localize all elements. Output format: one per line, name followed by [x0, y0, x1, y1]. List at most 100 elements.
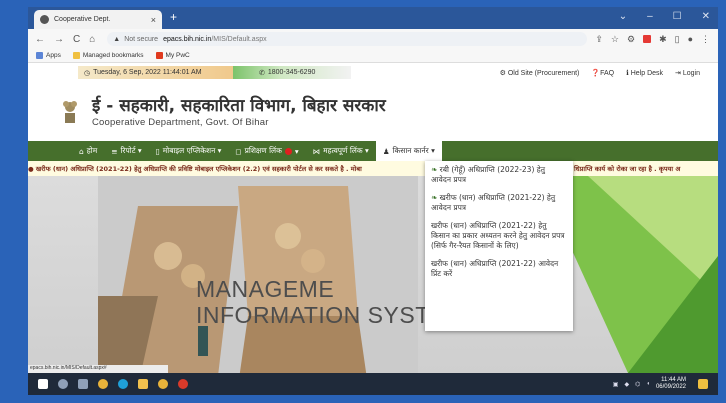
- help-desk-link[interactable]: ℹ Help Desk: [626, 69, 663, 77]
- share-icon[interactable]: ⇪: [595, 34, 603, 45]
- desktop-edge-right: [718, 0, 726, 403]
- menu-reports[interactable]: ≡ रिपोर्ट ▾: [104, 141, 148, 161]
- window-controls: ⌄ – ☐ ✕: [619, 11, 710, 22]
- dropdown-item-print-application[interactable]: खरीफ (धान) अधिप्राप्ति (2021-22) आवेदन प…: [425, 255, 573, 283]
- clock-time: 11:44 AM: [661, 377, 686, 383]
- app-icon[interactable]: [178, 379, 188, 389]
- old-site-link[interactable]: ⚙ Old Site (Procurement): [500, 69, 580, 77]
- chat-icon: ◻: [235, 146, 242, 156]
- profile-icon[interactable]: ●: [688, 34, 693, 44]
- pwc-icon: [155, 52, 163, 59]
- tray-icon[interactable]: ▣: [613, 381, 619, 388]
- menu-important-links[interactable]: ⋈ महत्वपूर्ण लिंक ▾: [306, 141, 376, 161]
- kisan-corner-dropdown: ❧ रबी (गेहूँ) अधिप्राप्ति (2022-23) हेतु…: [425, 161, 573, 331]
- maximize-button[interactable]: ☐: [673, 11, 682, 22]
- site-header: ई - सहकारी, सहकारिता विभाग, बिहार सरकार …: [28, 81, 718, 135]
- url-domain: epacs.bih.nic.in: [163, 35, 212, 43]
- windows-start-icon[interactable]: [38, 379, 48, 389]
- puzzle-icon[interactable]: ✱: [659, 34, 667, 45]
- chrome-icon[interactable]: [98, 379, 108, 389]
- volume-icon[interactable]: ◖: [646, 381, 650, 387]
- tray-icon[interactable]: ◆: [624, 381, 629, 388]
- reload-button[interactable]: C: [73, 34, 80, 45]
- menu-kebab-icon[interactable]: ⋮: [701, 34, 710, 45]
- bookmark-managed[interactable]: Managed bookmarks: [72, 52, 144, 59]
- ticker-text-tail: धिप्राप्ति कार्य को रोका जा रहा है . कृप…: [574, 165, 681, 173]
- banner-image: [98, 176, 418, 373]
- url-field[interactable]: ▲ Not secure epacs.bih.nic.in /MIS/Defau…: [107, 32, 588, 46]
- new-tab-button[interactable]: +: [170, 10, 177, 24]
- menu-label: रिपोर्ट ▾: [120, 146, 142, 155]
- folder-icon: [72, 52, 80, 59]
- login-link[interactable]: ⇥ Login: [675, 69, 700, 77]
- menu-label: मोबाइल एप्लिकेशन ▾: [162, 146, 222, 155]
- extension-icon[interactable]: ⚙: [627, 34, 635, 45]
- tab-close-icon[interactable]: ×: [151, 15, 156, 25]
- browser-tools: ⇪ ☆ ⚙ ✱ ▯ ● ⋮: [595, 34, 710, 45]
- web-page: ◷ Tuesday, 6 Sep, 2022 11:44:01 AM ✆ 180…: [28, 63, 718, 373]
- file-explorer-icon[interactable]: [138, 379, 148, 389]
- link-label: Login: [682, 69, 700, 77]
- network-icon[interactable]: ⌬: [635, 381, 640, 388]
- warning-icon: ▲: [113, 35, 121, 43]
- screen: Cooperative Dept. × + ⌄ – ☐ ✕ ← → C ⌂ ▲ …: [0, 0, 726, 403]
- address-bar: ← → C ⌂ ▲ Not secure epacs.bih.nic.in /M…: [28, 29, 718, 49]
- home-button[interactable]: ⌂: [89, 34, 95, 45]
- menu-label: होम: [86, 146, 98, 155]
- menu-label: महत्वपूर्ण लिंक ▾: [323, 146, 369, 155]
- menu-home[interactable]: ⌂ होम: [72, 141, 104, 161]
- search-icon[interactable]: [58, 379, 68, 389]
- desktop-edge-left: [0, 0, 28, 403]
- faq-link[interactable]: ❓FAQ: [591, 69, 614, 77]
- back-button[interactable]: ←: [35, 34, 45, 45]
- browser-tab[interactable]: Cooperative Dept. ×: [34, 10, 162, 29]
- apps-grid-icon: [36, 52, 43, 59]
- bookmark-mypwc[interactable]: My PwC: [155, 52, 190, 59]
- taskbar-icons: [38, 379, 188, 389]
- menu-label: प्रशिक्षण लिंक: [244, 146, 282, 155]
- leaf-icon: ❧: [431, 165, 440, 174]
- pdf-extension-icon[interactable]: [643, 35, 652, 43]
- dropdown-item-farmer-type-update[interactable]: खरीफ (धान) अधिप्राप्ति (2021-22) हेतु कि…: [425, 217, 573, 255]
- globe-icon: ⚙: [499, 69, 508, 77]
- dropdown-label: खरीफ (धान) अधिप्राप्ति (2021-22) आवेदन प…: [431, 259, 559, 278]
- minimize-button[interactable]: –: [647, 11, 653, 22]
- url-path: /MIS/Default.aspx: [211, 35, 267, 43]
- bookmark-label: Managed bookmarks: [82, 52, 144, 59]
- top-links: ⚙ Old Site (Procurement) ❓FAQ ℹ Help Des…: [500, 66, 700, 79]
- chevron-down-icon: ▾: [294, 146, 299, 156]
- tab-search-icon[interactable]: ⌄: [619, 11, 627, 22]
- bookmark-star-icon[interactable]: ☆: [611, 34, 619, 45]
- dropdown-item-kharif-form[interactable]: ❧ खरीफ (धान) अधिप्राप्ति (2021-22) हेतु …: [425, 189, 573, 217]
- dropdown-label: खरीफ (धान) अधिप्राप्ति (2021-22) हेतु कि…: [431, 221, 565, 250]
- notification-icon[interactable]: [698, 379, 708, 389]
- menu-training-link[interactable]: ◻ प्रशिक्षण लिंक ▾: [228, 141, 305, 161]
- main-menu: ⌂ होम ≡ रिपोर्ट ▾ ▯ मोबाइल एप्लिकेशन ▾ ◻…: [28, 141, 718, 161]
- task-view-icon[interactable]: [78, 379, 88, 389]
- home-icon: ⌂: [79, 146, 84, 156]
- tab-strip: Cooperative Dept. × + ⌄ – ☐ ✕: [28, 7, 718, 29]
- dropdown-label: रबी (गेहूँ) अधिप्राप्ति (2022-23) हेतु आ…: [431, 165, 546, 184]
- menu-label: किसान कार्नर ▾: [392, 146, 435, 155]
- chrome-active-icon[interactable]: [158, 379, 168, 389]
- hero-banner: MANAGEME INFORMATION SYSTEM: [28, 176, 718, 373]
- info-bar: ◷ Tuesday, 6 Sep, 2022 11:44:01 AM ✆ 180…: [28, 63, 718, 81]
- taskbar-clock[interactable]: 11:44 AM 06/09/2022: [656, 377, 686, 391]
- forward-button[interactable]: →: [54, 34, 64, 45]
- menu-mobile-app[interactable]: ▯ मोबाइल एप्लिकेशन ▾: [149, 141, 229, 161]
- leaf-icon: ❧: [431, 193, 440, 202]
- bookmark-apps[interactable]: Apps: [36, 52, 61, 59]
- security-label: Not secure: [124, 35, 159, 43]
- new-badge-icon: [284, 147, 292, 155]
- system-tray: ▣ ◆ ⌬ ◖ 11:44 AM 06/09/2022: [613, 377, 708, 391]
- share-icon: ⋈: [312, 146, 321, 156]
- edge-icon[interactable]: [118, 379, 128, 389]
- close-window-button[interactable]: ✕: [702, 11, 710, 22]
- tab-title: Cooperative Dept.: [54, 16, 111, 23]
- dropdown-item-rabi-form[interactable]: ❧ रबी (गेहूँ) अधिप्राप्ति (2022-23) हेतु…: [425, 161, 573, 189]
- nav-buttons: ← → C ⌂: [35, 34, 95, 45]
- link-label: FAQ: [600, 69, 615, 77]
- menu-kisan-corner[interactable]: ♟ किसान कार्नर ▾: [375, 141, 442, 161]
- bookmarks-bar: Apps Managed bookmarks My PwC: [28, 49, 718, 63]
- sidebar-icon[interactable]: ▯: [675, 34, 680, 45]
